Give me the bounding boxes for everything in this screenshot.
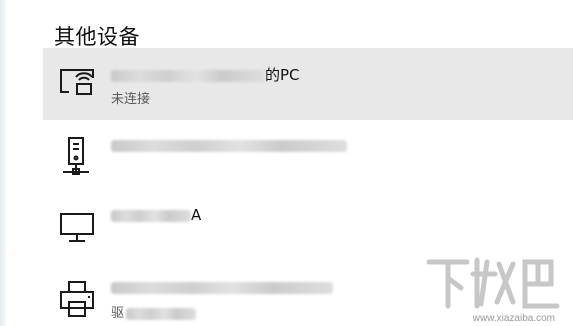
monitor-icon — [55, 204, 99, 248]
device-name: 的PC — [111, 64, 300, 84]
watermark-url: www.xiazaiba.com — [472, 313, 555, 324]
window-left-edge — [0, 0, 6, 326]
section-title: 其他设备 — [54, 25, 140, 49]
device-status: 未连接 — [111, 92, 151, 107]
device-item-pc[interactable]: 的PC 未连接 — [43, 48, 573, 120]
redacted-status — [126, 307, 197, 320]
device-item-network[interactable] — [43, 124, 573, 194]
redacted-name — [111, 281, 333, 294]
redacted-name — [111, 69, 265, 82]
network-device-icon — [55, 134, 99, 178]
wireless-display-icon — [55, 60, 99, 104]
redacted-name — [111, 139, 347, 152]
device-name — [111, 278, 333, 298]
device-name — [111, 136, 347, 156]
device-status: 驱 — [111, 302, 197, 321]
printer-icon — [55, 276, 99, 320]
site-watermark-logo — [426, 257, 560, 309]
device-name: A — [111, 206, 201, 226]
redacted-name — [111, 209, 191, 222]
